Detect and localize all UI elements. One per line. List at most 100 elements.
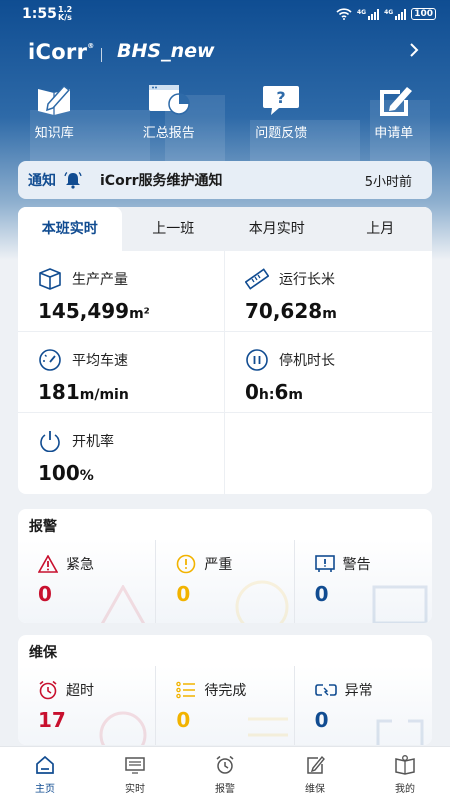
maintenance-row: 超时 17 待完成 0 异常 0 bbox=[18, 666, 432, 745]
maintenance-label: 待完成 bbox=[204, 683, 247, 699]
stat-label: 开机率 bbox=[72, 434, 114, 450]
stat-downtime: 停机时长 0h:6m bbox=[225, 332, 432, 413]
stat-value-hours: 0 bbox=[245, 380, 259, 404]
alarm-bell-icon bbox=[216, 755, 234, 774]
stat-value: 100 bbox=[38, 461, 80, 485]
tab-current-shift[interactable]: 本班实时 bbox=[18, 207, 122, 251]
todo-list-icon bbox=[176, 681, 196, 699]
chevron-right-icon[interactable] bbox=[408, 42, 420, 63]
stat-unit: m bbox=[322, 306, 337, 322]
tab-realtime[interactable]: 实时 bbox=[90, 747, 180, 800]
bell-icon bbox=[64, 172, 82, 189]
stat-value-minutes: 6 bbox=[274, 380, 289, 404]
maintenance-count: 0 bbox=[176, 708, 191, 732]
maintenance-label: 超时 bbox=[66, 683, 94, 699]
stat-label: 平均车速 bbox=[72, 353, 128, 369]
alarm-warning[interactable]: 警告 0 bbox=[295, 540, 432, 623]
quick-action-label: 申请单 bbox=[374, 126, 414, 141]
stat-running-length: 运行长米 70,628m bbox=[225, 251, 432, 332]
tab-label: 实时 bbox=[125, 784, 145, 795]
production-stats-card: 本班实时 上一班 本月实时 上月 生产产量 145,499m² 运行长米 70,… bbox=[18, 207, 432, 494]
alarm-section-title: 报警 bbox=[29, 519, 57, 535]
maintenance-count: 17 bbox=[38, 708, 66, 732]
maintenance-card: 维保 超时 17 待完成 0 异常 0 bbox=[18, 635, 432, 745]
application-form-icon bbox=[379, 87, 412, 116]
alarm-row: 紧急 0 严重 0 警告 0 bbox=[18, 540, 432, 623]
quick-action-feedback[interactable]: ? 问题反馈 bbox=[225, 84, 338, 150]
clock: 1:55 bbox=[22, 6, 57, 22]
network-speed: 1.2 K/s bbox=[58, 6, 72, 22]
alarm-clock-icon bbox=[39, 680, 57, 700]
alarm-urgent[interactable]: 紧急 0 bbox=[18, 540, 157, 623]
notice-text: iCorr服务维护通知 bbox=[100, 173, 223, 189]
stat-production-output: 生产产量 145,499m² bbox=[18, 251, 225, 332]
feedback-question-icon: ? bbox=[263, 86, 300, 115]
sim2-network-type: 4G bbox=[384, 8, 394, 16]
stat-unit-hours: h: bbox=[258, 387, 275, 403]
alarm-count: 0 bbox=[176, 582, 191, 606]
pause-icon bbox=[246, 349, 268, 371]
ruler-icon bbox=[245, 268, 269, 290]
battery-icon: 100 bbox=[411, 8, 436, 20]
quick-action-label: 知识库 bbox=[34, 126, 74, 141]
stat-unit: % bbox=[79, 468, 94, 484]
stat-unit: m² bbox=[129, 306, 150, 322]
info-board-icon bbox=[314, 555, 335, 572]
monitor-icon bbox=[125, 757, 145, 774]
quick-action-knowledge-base[interactable]: 知识库 bbox=[0, 84, 111, 150]
alarm-label: 严重 bbox=[204, 557, 233, 573]
tab-alarm[interactable]: 报警 bbox=[180, 747, 270, 800]
tab-label: 维保 bbox=[305, 784, 325, 795]
sim1-network-type: 4G bbox=[356, 8, 367, 16]
divider bbox=[101, 48, 102, 62]
tab-previous-shift[interactable]: 上一班 bbox=[122, 207, 226, 251]
system-icons: 4G 4G 100 bbox=[336, 8, 436, 20]
notice-bar[interactable]: 通知 iCorr服务维护通知 5小时前 bbox=[18, 161, 432, 199]
broken-link-icon bbox=[314, 684, 337, 696]
stat-label: 运行长米 bbox=[279, 272, 335, 288]
tab-current-month[interactable]: 本月实时 bbox=[225, 207, 329, 251]
tab-profile[interactable]: 我的 bbox=[360, 747, 450, 800]
status-bar: 1:55 1.2 K/s 4G 4G 100 bbox=[0, 0, 450, 30]
quick-action-label: 问题反馈 bbox=[255, 126, 308, 141]
profile-book-icon bbox=[395, 755, 415, 775]
stat-value: 181 bbox=[38, 380, 80, 404]
battery-level: 100 bbox=[414, 9, 433, 19]
brand-logo: iCorr® bbox=[28, 40, 95, 64]
maintenance-pending[interactable]: 待完成 0 bbox=[156, 666, 295, 745]
tab-last-month[interactable]: 上月 bbox=[329, 207, 433, 251]
quick-action-application[interactable]: 申请单 bbox=[338, 84, 450, 150]
network-speed-unit: K/s bbox=[58, 13, 72, 22]
report-chart-icon bbox=[148, 85, 190, 115]
signal-strength-icon-1: 4G bbox=[356, 8, 380, 20]
maintenance-count: 0 bbox=[314, 708, 329, 732]
quick-action-label: 汇总报告 bbox=[142, 126, 195, 141]
tab-label: 报警 bbox=[215, 784, 235, 795]
maintenance-abnormal[interactable]: 异常 0 bbox=[295, 666, 432, 745]
tab-home[interactable]: 主页 bbox=[0, 747, 90, 800]
stat-label: 停机时长 bbox=[279, 353, 335, 369]
maintenance-overdue[interactable]: 超时 17 bbox=[18, 666, 157, 745]
box-icon bbox=[39, 268, 61, 290]
knowledge-base-icon bbox=[38, 84, 71, 115]
stat-value: 145,499 bbox=[38, 299, 130, 323]
stat-average-speed: 平均车速 181m/min bbox=[18, 332, 225, 413]
quick-actions: 知识库 汇总报告 ? 问题反馈 申请单 bbox=[0, 84, 450, 150]
stat-value: 70,628 bbox=[245, 299, 323, 323]
alarm-count: 0 bbox=[314, 582, 329, 606]
project-selector[interactable]: BHS_new bbox=[117, 40, 215, 62]
notice-tag: 通知 bbox=[28, 173, 56, 189]
home-icon bbox=[36, 755, 54, 774]
stats-grid: 生产产量 145,499m² 运行长米 70,628m 平均车速 181m/mi… bbox=[18, 251, 432, 494]
alarm-severe[interactable]: 严重 0 bbox=[156, 540, 295, 623]
quick-action-summary-report[interactable]: 汇总报告 bbox=[113, 84, 226, 150]
tab-maintenance[interactable]: 维保 bbox=[270, 747, 360, 800]
edit-icon bbox=[307, 755, 325, 774]
alarm-card: 报警 紧急 0 严重 0 警告 0 bbox=[18, 509, 432, 623]
power-icon bbox=[40, 431, 60, 452]
wifi-icon bbox=[336, 8, 352, 20]
exclamation-circle-icon bbox=[177, 554, 196, 574]
warning-triangle-icon bbox=[38, 555, 58, 573]
bottom-tab-bar: 主页 实时 报警 维保 我的 bbox=[0, 746, 450, 800]
alarm-label: 紧急 bbox=[66, 557, 94, 573]
